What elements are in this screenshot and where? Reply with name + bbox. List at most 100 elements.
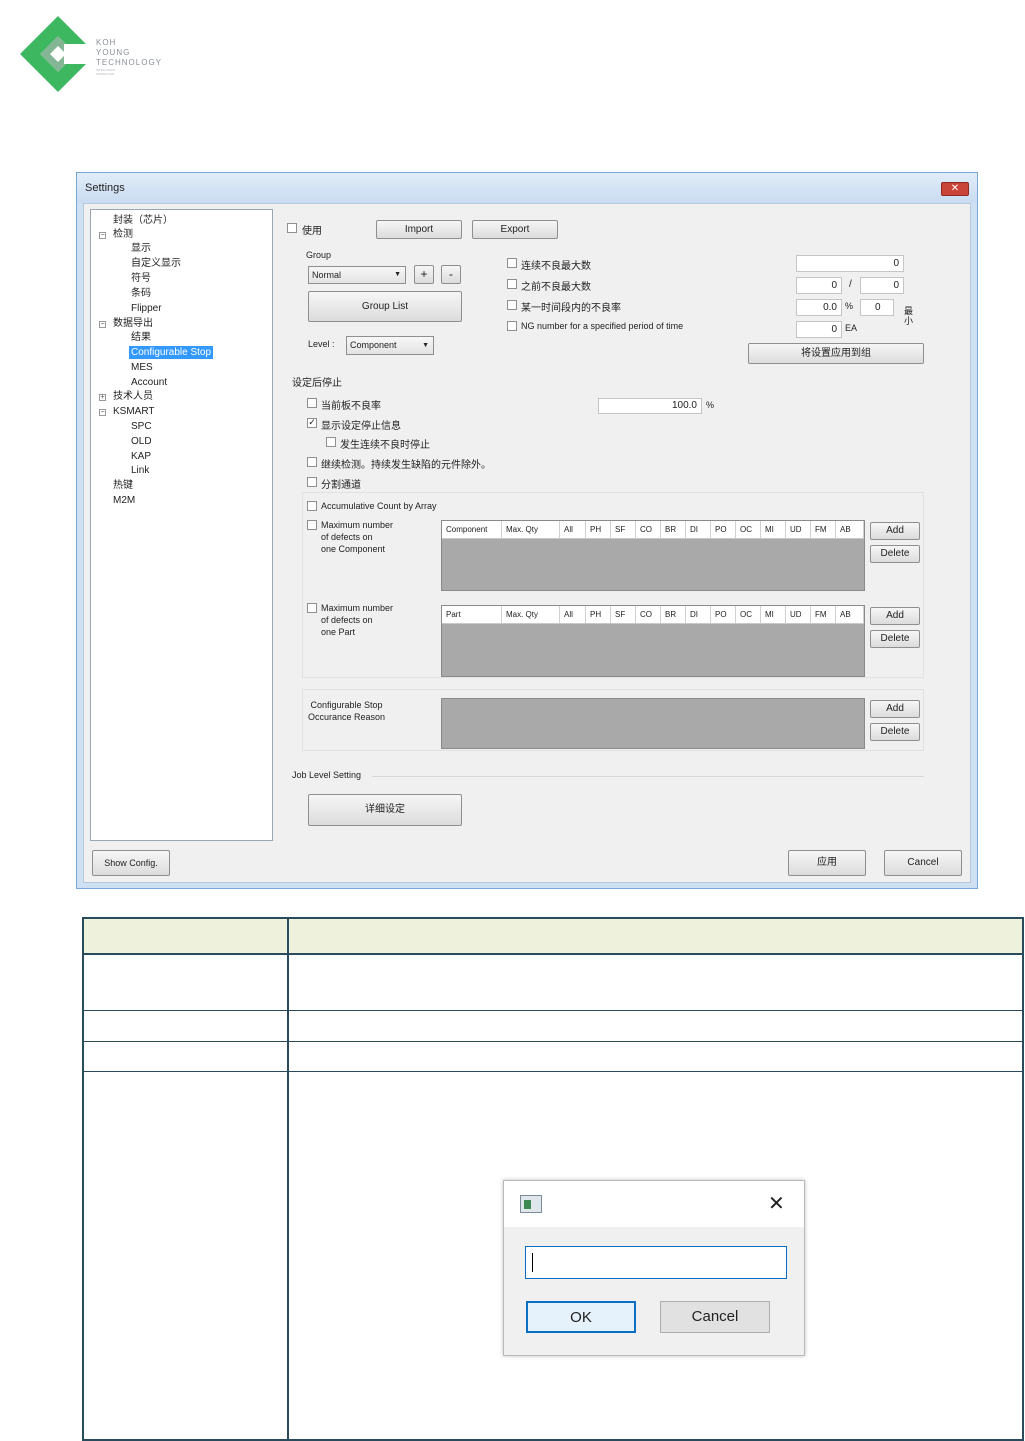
grid-col-header[interactable]: DI xyxy=(686,606,711,623)
split-lane-checkbox[interactable] xyxy=(307,477,317,487)
rule-ng-number-checkbox[interactable] xyxy=(507,321,517,331)
dialog-titlebar: ✕ xyxy=(504,1181,804,1227)
remove-group-button[interactable]: - xyxy=(441,265,461,284)
tree-item[interactable]: 符号 xyxy=(131,272,151,285)
tree-expand-icon[interactable]: + xyxy=(99,394,106,401)
grid-col-header[interactable]: All xyxy=(560,606,586,623)
dialog-text-input[interactable] xyxy=(525,1246,787,1279)
grid-col-header[interactable]: CO xyxy=(636,521,661,538)
group-list-button[interactable]: Group List xyxy=(308,291,462,322)
reason-grid[interactable] xyxy=(441,698,865,749)
ng-number-input[interactable]: 0 xyxy=(796,321,842,338)
table-header xyxy=(84,919,1022,955)
tree-item[interactable]: Flipper xyxy=(131,302,162,315)
tree-item[interactable]: 热键 xyxy=(113,479,133,492)
component-add-button[interactable]: Add xyxy=(870,522,920,540)
apply-to-group-button[interactable]: 将设置应用到组 xyxy=(748,343,924,364)
tree-item[interactable]: OLD xyxy=(131,435,152,448)
use-checkbox[interactable] xyxy=(287,223,297,233)
apply-button[interactable]: 应用 xyxy=(788,850,866,876)
consecutive-max-input[interactable]: 0 xyxy=(796,255,904,272)
tree-item[interactable]: M2M xyxy=(113,494,135,507)
tree-item[interactable]: 数据导出 xyxy=(113,317,153,330)
grid-col-header[interactable]: MI xyxy=(761,521,786,538)
grid-col-header[interactable]: PH xyxy=(586,521,611,538)
cancel-button[interactable]: Cancel xyxy=(884,850,962,876)
component-grid[interactable]: Component Max. Qty All PH SF CO BR DI PO… xyxy=(441,520,865,591)
grid-col-header[interactable]: Component xyxy=(442,521,502,538)
grid-col-header[interactable]: All xyxy=(560,521,586,538)
part-add-button[interactable]: Add xyxy=(870,607,920,625)
component-delete-button[interactable]: Delete xyxy=(870,545,920,563)
continue-inspection-checkbox[interactable] xyxy=(307,457,317,467)
grid-col-header[interactable]: DI xyxy=(686,521,711,538)
show-config-button[interactable]: Show Config. xyxy=(92,850,170,876)
grid-col-header[interactable]: AB xyxy=(836,606,864,623)
tree-item[interactable]: MES xyxy=(131,361,153,374)
tree-item[interactable]: KAP xyxy=(131,450,151,463)
rule-consecutive-checkbox[interactable] xyxy=(507,258,517,268)
export-button[interactable]: Export xyxy=(472,220,558,239)
dialog-cancel-button[interactable]: Cancel xyxy=(660,1301,770,1333)
previous-max-input[interactable]: 0 xyxy=(796,277,842,294)
board-rate-input[interactable]: 100.0 xyxy=(598,398,702,414)
grid-col-header[interactable]: BR xyxy=(661,606,686,623)
tree-item[interactable]: KSMART xyxy=(113,405,155,418)
tree-item[interactable]: SPC xyxy=(131,420,152,433)
reason-delete-button[interactable]: Delete xyxy=(870,723,920,741)
tree-item[interactable]: 条码 xyxy=(131,287,151,300)
grid-col-header[interactable]: Part xyxy=(442,606,502,623)
max-part-checkbox[interactable] xyxy=(307,603,317,613)
tree-item[interactable]: Account xyxy=(131,376,167,389)
window-close-button[interactable]: ✕ xyxy=(941,182,969,196)
period-rate-input[interactable]: 0.0 xyxy=(796,299,842,316)
grid-col-header[interactable]: UD xyxy=(786,521,811,538)
level-select[interactable]: Component ▼ xyxy=(346,336,434,355)
detail-settings-button[interactable]: 详细设定 xyxy=(308,794,462,826)
period-minutes-input[interactable]: 0 xyxy=(860,299,894,316)
grid-col-header[interactable]: AB xyxy=(836,521,864,538)
tree-collapse-icon[interactable]: − xyxy=(99,321,106,328)
tree-item[interactable]: 封装（芯片） xyxy=(113,214,173,227)
tree-collapse-icon[interactable]: − xyxy=(99,232,106,239)
max-component-checkbox[interactable] xyxy=(307,520,317,530)
rule-period-rate-checkbox[interactable] xyxy=(507,300,517,310)
grid-col-header[interactable]: Max. Qty xyxy=(502,521,560,538)
tree-item[interactable]: 检测 xyxy=(113,228,133,241)
board-rate-checkbox[interactable] xyxy=(307,398,317,408)
tree-item[interactable]: Link xyxy=(131,464,149,477)
previous-total-input[interactable]: 0 xyxy=(860,277,904,294)
grid-col-header[interactable]: Max. Qty xyxy=(502,606,560,623)
group-select[interactable]: Normal ▼ xyxy=(308,266,406,284)
dialog-ok-button[interactable]: OK xyxy=(526,1301,636,1333)
rule-previous-checkbox[interactable] xyxy=(507,279,517,289)
part-delete-button[interactable]: Delete xyxy=(870,630,920,648)
grid-col-header[interactable]: CO xyxy=(636,606,661,623)
tree-collapse-icon[interactable]: − xyxy=(99,409,106,416)
accumulative-checkbox[interactable] xyxy=(307,501,317,511)
import-button[interactable]: Import xyxy=(376,220,462,239)
grid-col-header[interactable]: SF xyxy=(611,521,636,538)
grid-col-header[interactable]: PH xyxy=(586,606,611,623)
grid-col-header[interactable]: SF xyxy=(611,606,636,623)
grid-col-header[interactable]: MI xyxy=(761,606,786,623)
add-group-button[interactable]: + xyxy=(414,265,434,284)
stop-on-consecutive-checkbox[interactable] xyxy=(326,437,336,447)
tree-item[interactable]: 显示 xyxy=(131,242,151,255)
grid-col-header[interactable]: FM xyxy=(811,521,836,538)
grid-col-header[interactable]: BR xyxy=(661,521,686,538)
grid-col-header[interactable]: OC xyxy=(736,606,761,623)
grid-col-header[interactable]: FM xyxy=(811,606,836,623)
grid-col-header[interactable]: OC xyxy=(736,521,761,538)
part-grid[interactable]: Part Max. Qty All PH SF CO BR DI PO OC M… xyxy=(441,605,865,677)
reason-add-button[interactable]: Add xyxy=(870,700,920,718)
show-stop-message-checkbox[interactable]: ✓ xyxy=(307,418,317,428)
dialog-close-icon[interactable]: ✕ xyxy=(768,1191,785,1215)
grid-col-header[interactable]: PO xyxy=(711,606,736,623)
tree-item[interactable]: 结果 xyxy=(131,331,151,344)
grid-col-header[interactable]: UD xyxy=(786,606,811,623)
tree-item-selected[interactable]: Configurable Stop xyxy=(129,346,214,359)
grid-col-header[interactable]: PO xyxy=(711,521,736,538)
tree-item[interactable]: 技术人员 xyxy=(113,390,153,403)
tree-item[interactable]: 自定义显示 xyxy=(131,257,181,270)
